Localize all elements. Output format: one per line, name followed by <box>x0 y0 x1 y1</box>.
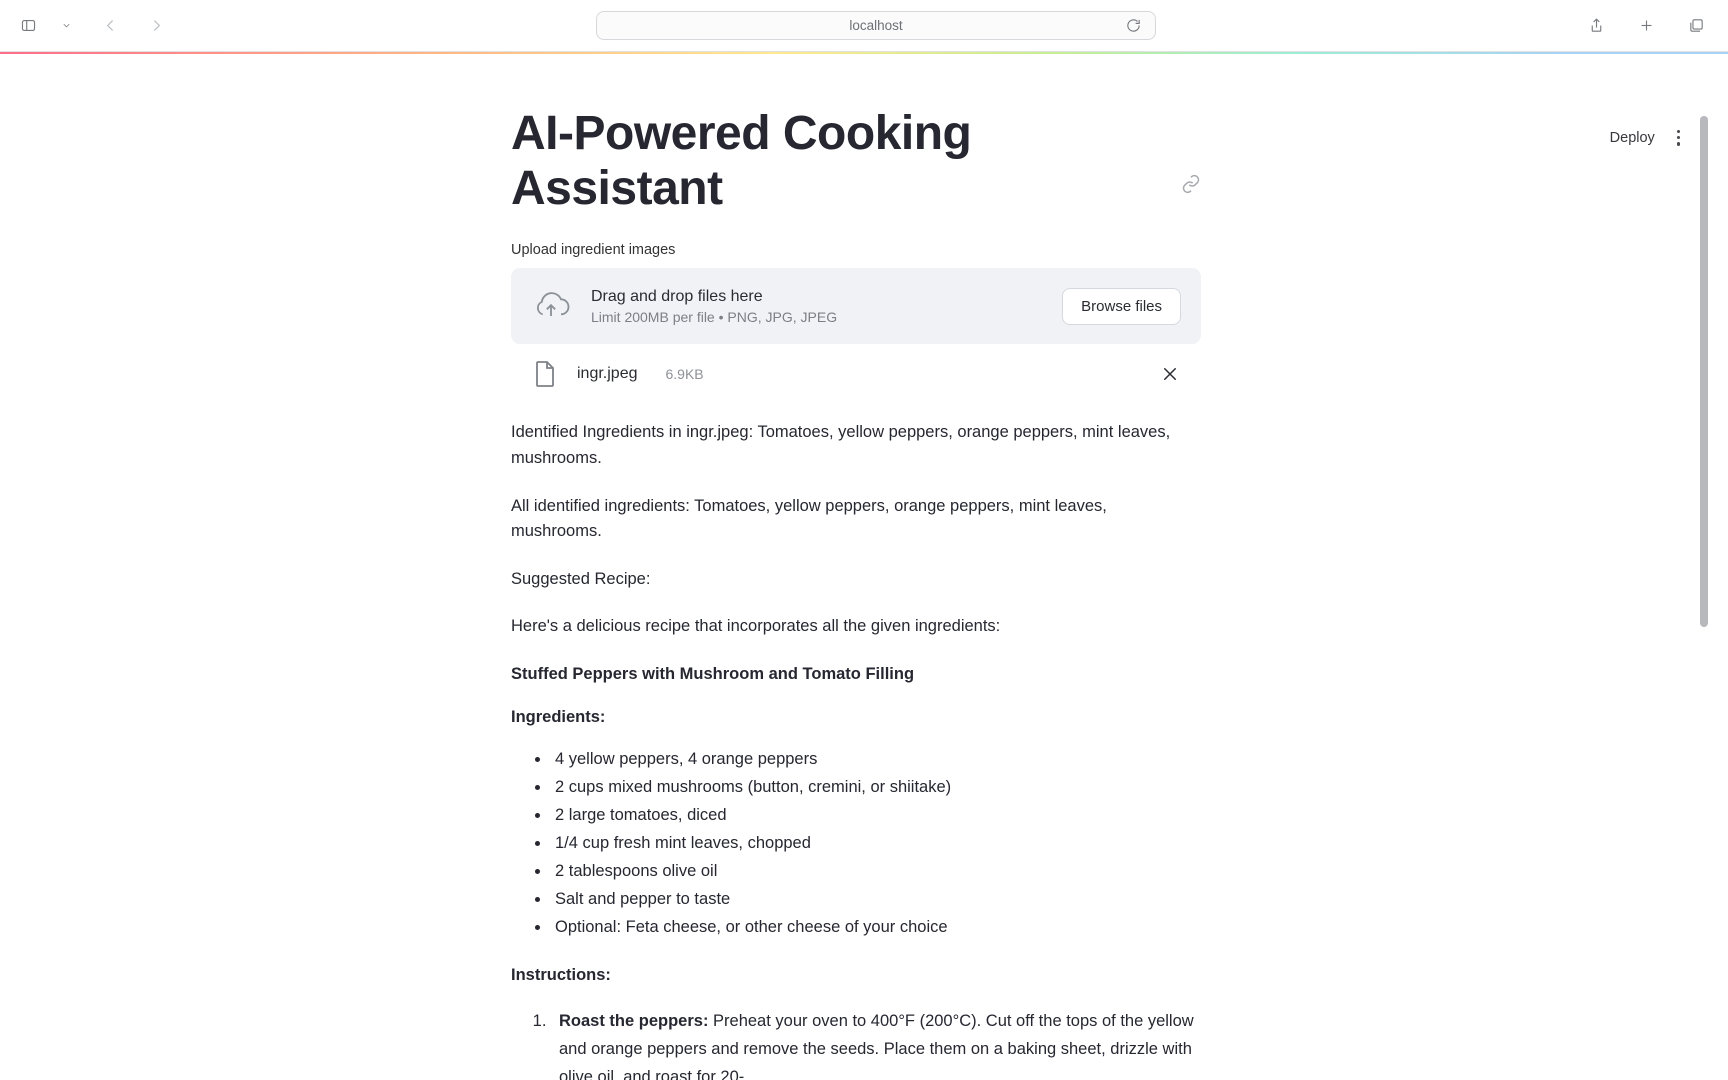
instructions-list: Roast the peppers: Preheat your oven to … <box>511 1007 1201 1080</box>
recipe-title: Stuffed Peppers with Mushroom and Tomato… <box>511 662 1201 688</box>
list-item: Salt and pepper to taste <box>551 885 1201 913</box>
upload-label: Upload ingredient images <box>511 242 1201 258</box>
instructions-header: Instructions: <box>511 963 1201 989</box>
browse-files-button[interactable]: Browse files <box>1062 288 1181 325</box>
nav-forward-icon[interactable] <box>142 12 170 40</box>
app-menu-icon[interactable] <box>1673 126 1684 150</box>
remove-file-icon[interactable] <box>1161 365 1179 383</box>
file-dropzone[interactable]: Drag and drop files here Limit 200MB per… <box>511 268 1201 344</box>
ingredients-header: Ingredients: <box>511 705 1201 731</box>
file-icon <box>533 360 557 388</box>
dropzone-subtitle: Limit 200MB per file • PNG, JPG, JPEG <box>591 309 1042 325</box>
recipe-intro: Here's a delicious recipe that incorpora… <box>511 614 1201 640</box>
list-item: 2 cups mixed mushrooms (button, cremini,… <box>551 773 1201 801</box>
main-content: AI-Powered Cooking Assistant Upload ingr… <box>511 54 1201 1080</box>
address-text: localhost <box>849 18 902 33</box>
nav-back-icon[interactable] <box>96 12 124 40</box>
cloud-upload-icon <box>531 286 571 326</box>
sidebar-toggle-icon[interactable] <box>14 12 42 40</box>
uploaded-file-name: ingr.jpeg <box>577 365 638 383</box>
list-item: 2 large tomatoes, diced <box>551 801 1201 829</box>
share-icon[interactable] <box>1582 12 1610 40</box>
suggested-recipe-label: Suggested Recipe: <box>511 567 1201 593</box>
instruction-step: Roast the peppers: Preheat your oven to … <box>551 1007 1201 1080</box>
scrollbar[interactable] <box>1700 116 1708 1080</box>
uploaded-file-size: 6.9KB <box>666 366 704 382</box>
uploaded-file-row: ingr.jpeg 6.9KB <box>511 344 1201 398</box>
list-item: 4 yellow peppers, 4 orange peppers <box>551 745 1201 773</box>
dropzone-title: Drag and drop files here <box>591 288 1042 306</box>
deploy-button[interactable]: Deploy <box>1610 130 1655 146</box>
page-title: AI-Powered Cooking Assistant <box>511 106 1201 216</box>
chevron-down-icon[interactable] <box>52 12 80 40</box>
step-lead: Roast the peppers: <box>559 1012 713 1030</box>
reload-icon[interactable] <box>1119 12 1147 40</box>
browser-chrome: localhost <box>0 0 1728 52</box>
identified-text: Identified Ingredients in ingr.jpeg: Tom… <box>511 420 1201 471</box>
all-ingredients-text: All identified ingredients: Tomatoes, ye… <box>511 494 1201 545</box>
scrollbar-thumb[interactable] <box>1700 116 1708 627</box>
page-title-text: AI-Powered Cooking Assistant <box>511 106 1167 216</box>
list-item: 2 tablespoons olive oil <box>551 857 1201 885</box>
list-item: 1/4 cup fresh mint leaves, chopped <box>551 829 1201 857</box>
anchor-link-icon[interactable] <box>1181 151 1201 171</box>
address-bar[interactable]: localhost <box>596 11 1156 40</box>
new-tab-icon[interactable] <box>1632 12 1660 40</box>
tabs-overview-icon[interactable] <box>1682 12 1710 40</box>
ingredients-list: 4 yellow peppers, 4 orange peppers 2 cup… <box>511 745 1201 941</box>
list-item: Optional: Feta cheese, or other cheese o… <box>551 913 1201 941</box>
